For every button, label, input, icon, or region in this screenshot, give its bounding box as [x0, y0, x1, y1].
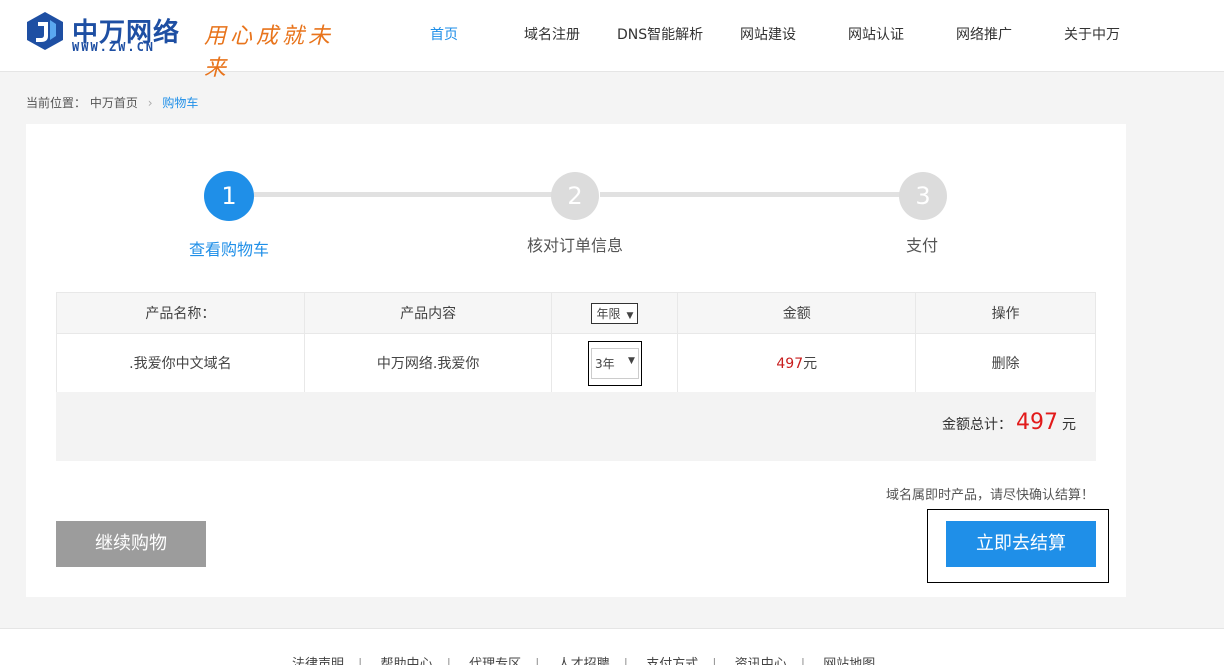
nav-home[interactable]: 首页: [430, 24, 458, 44]
total-unit: 元: [1062, 417, 1076, 433]
footer-link-agent[interactable]: 代理专区: [469, 657, 521, 665]
footer-separator: |: [358, 657, 363, 665]
footer-link-jobs[interactable]: 人才招聘: [558, 657, 610, 665]
total-summary: 金额总计： 497 元: [942, 410, 1076, 435]
cell-product-name: .我爱你中文域名: [56, 333, 305, 393]
footer-separator: |: [800, 657, 806, 665]
total-label: 金额总计：: [942, 417, 1012, 433]
footer-separator: |: [712, 657, 717, 665]
breadcrumb: 当前位置： 中万首页 › 购物车: [26, 94, 198, 111]
step-connector-2: [600, 192, 924, 197]
step-1-circle: 1: [204, 171, 254, 221]
step-2-circle: 2: [551, 172, 599, 220]
main-nav: 首页 域名注册 DNS智能解析 网站建设 网站认证 网络推广 关于中万: [0, 0, 1224, 66]
period-select[interactable]: 3年 ▼: [590, 347, 639, 379]
site-footer: 法律声明 | 帮助中心 | 代理专区 | 人才招聘 | 支付方式 | 资讯中心 | 网站地图: [0, 628, 1224, 665]
header-product-content: 产品内容: [303, 292, 553, 334]
header-period: 年限 ▼: [551, 292, 679, 334]
nav-domain-register[interactable]: 域名注册: [524, 24, 580, 44]
footer-link-sitemap[interactable]: 网站地图: [823, 657, 875, 665]
cell-period: 3年 ▼: [551, 333, 679, 393]
nav-website-build[interactable]: 网站建设: [740, 24, 796, 44]
dropdown-arrow-icon: ▼: [628, 355, 635, 366]
cell-product-content: 中万网络.我爱你: [303, 333, 553, 393]
period-filter-value: 年限: [596, 306, 621, 321]
continue-shopping-button[interactable]: 继续购物: [56, 521, 206, 567]
footer-link-news[interactable]: 资讯中心: [735, 657, 787, 665]
total-amount: 497: [1016, 410, 1058, 435]
nav-website-cert[interactable]: 网站认证: [848, 24, 904, 44]
footer-links: 法律声明 | 帮助中心 | 代理专区 | 人才招聘 | 支付方式 | 资讯中心 | 网站地图: [292, 653, 875, 665]
total-bar: 金额总计： 497 元: [56, 392, 1096, 461]
footer-separator: |: [623, 657, 629, 665]
row-currency: 元: [803, 356, 818, 372]
cell-action: 删除: [915, 333, 1096, 393]
step-3-circle: 3: [899, 172, 947, 220]
site-header: 中万网络 WWW.ZW.CN 用心成就未来 首页 域名注册 DNS智能解析 网站…: [0, 0, 1224, 81]
cart-table: 产品名称： 产品内容 年限 ▼ 金额 操作 .我爱你中文域名 中万网络.我爱你 3…: [56, 292, 1096, 393]
step-3-label: 支付: [906, 236, 939, 255]
checkout-button[interactable]: 立即去结算: [946, 521, 1096, 567]
header-amount: 金额: [677, 292, 917, 334]
breadcrumb-separator: ›: [147, 96, 153, 110]
header-product-name: 产品名称：: [56, 292, 305, 334]
nav-about[interactable]: 关于中万: [1064, 24, 1120, 44]
period-select-frame: 3年 ▼: [587, 340, 642, 386]
table-header-row: 产品名称： 产品内容 年限 ▼ 金额 操作: [56, 292, 1096, 334]
footer-separator: |: [535, 657, 540, 665]
step-2-label: 核对订单信息: [527, 236, 624, 255]
nav-promotion[interactable]: 网络推广: [956, 24, 1012, 44]
footer-link-help[interactable]: 帮助中心: [381, 657, 433, 665]
header-action: 操作: [915, 292, 1096, 334]
footer-link-payment[interactable]: 支付方式: [646, 657, 698, 665]
breadcrumb-prefix: 当前位置：: [26, 96, 87, 110]
footer-link-legal[interactable]: 法律声明: [292, 657, 344, 665]
dropdown-arrow-icon: ▼: [626, 310, 634, 321]
period-filter-select[interactable]: 年限 ▼: [591, 302, 639, 324]
checkout-notice: 域名属即时产品，请尽快确认结算！: [885, 488, 1094, 503]
step-connector-1: [254, 192, 576, 197]
breadcrumb-home[interactable]: 中万首页: [90, 96, 138, 110]
cart-panel: 1 2 3 查看购物车 核对订单信息 支付 产品名称： 产品内容 年限 ▼ 金额 …: [26, 124, 1126, 597]
step-1-label: 查看购物车: [189, 240, 270, 259]
delete-link[interactable]: 删除: [992, 356, 1020, 372]
cell-amount: 497元: [677, 333, 917, 393]
nav-dns[interactable]: DNS智能解析: [617, 24, 703, 44]
row-price: 497: [776, 356, 804, 372]
period-select-value: 3年: [594, 356, 615, 371]
footer-separator: |: [446, 657, 451, 665]
table-row: .我爱你中文域名 中万网络.我爱你 3年 ▼ 497元 删除: [56, 333, 1096, 393]
breadcrumb-current: 购物车: [162, 96, 199, 110]
